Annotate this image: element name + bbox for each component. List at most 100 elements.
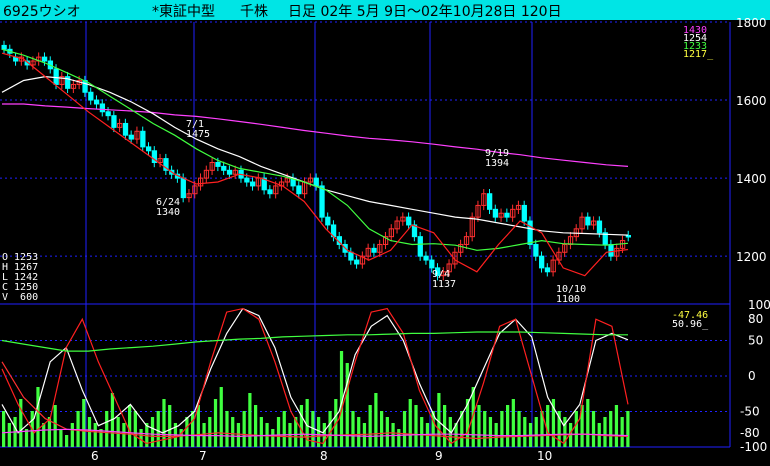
candle-down bbox=[221, 165, 227, 171]
candle-down bbox=[527, 220, 533, 245]
candle-down bbox=[596, 220, 603, 234]
candle-down bbox=[492, 208, 499, 218]
candle-down bbox=[244, 177, 250, 183]
candle-down bbox=[267, 189, 273, 195]
volume-bar bbox=[271, 429, 275, 447]
volume-bar bbox=[242, 411, 246, 447]
candle-down bbox=[250, 181, 256, 187]
x-tick-label: 8 bbox=[320, 449, 328, 463]
volume-bar bbox=[76, 411, 80, 447]
candle-down bbox=[585, 216, 591, 226]
candle-down bbox=[521, 204, 527, 222]
annotation-price: 1100 bbox=[556, 294, 580, 305]
volume-bar bbox=[620, 417, 624, 447]
candle-down bbox=[105, 111, 111, 117]
volume-bar bbox=[523, 417, 527, 447]
candle-down bbox=[41, 56, 48, 62]
volume-bar bbox=[128, 405, 132, 447]
volume-bar bbox=[586, 399, 590, 447]
candle-down bbox=[429, 259, 435, 269]
volume-bar bbox=[368, 405, 372, 447]
candle-down bbox=[325, 216, 331, 226]
x-tick-label: 7 bbox=[199, 449, 207, 463]
x-tick-label: 10 bbox=[537, 449, 552, 463]
volume-bar bbox=[231, 417, 235, 447]
volume-bar bbox=[219, 387, 223, 447]
candle-down bbox=[1, 44, 7, 50]
volume-bar bbox=[105, 411, 109, 447]
candle-down bbox=[348, 251, 354, 261]
candle-down bbox=[226, 169, 233, 175]
volume-bar bbox=[299, 405, 304, 447]
volume-bar bbox=[506, 405, 510, 447]
annotation-price: 1340 bbox=[156, 207, 180, 218]
volume-bar bbox=[282, 411, 286, 447]
volume-bar bbox=[614, 405, 619, 447]
chart-window: 6925ウシオ *東証中型 千株 日足 02年 5月 9日～02年10月28日 … bbox=[0, 0, 770, 466]
volume-bar bbox=[374, 393, 378, 447]
annotation-price: 1394 bbox=[485, 158, 509, 169]
volume-bar bbox=[276, 417, 281, 447]
volume-bar bbox=[36, 387, 40, 447]
y-tick-label: 1600 bbox=[736, 94, 767, 108]
candle-down bbox=[145, 146, 152, 152]
volume-bar bbox=[609, 411, 613, 447]
volume-bar bbox=[488, 417, 493, 447]
candle-down bbox=[93, 99, 100, 105]
volume-bar bbox=[208, 417, 212, 447]
volume-bar bbox=[357, 417, 361, 447]
volume-bar bbox=[546, 405, 550, 447]
candle-down bbox=[371, 247, 377, 253]
candle-down bbox=[122, 122, 129, 136]
candle-down bbox=[544, 267, 551, 273]
osc-legend-value: 50.96_ bbox=[672, 319, 709, 330]
volume-bar bbox=[397, 429, 401, 447]
candle-down bbox=[319, 185, 325, 218]
y-tick-label: 1800 bbox=[736, 16, 767, 30]
chart-canvas: 6 7 8 9 10 1800 1600 1400 1200 10080 50 0 -50 -80-100… bbox=[0, 16, 770, 463]
osc-tick-label: 0 bbox=[748, 369, 756, 383]
volume-bar bbox=[42, 423, 46, 447]
osc-tick-label: -100 bbox=[740, 440, 767, 454]
candle-down bbox=[406, 216, 412, 226]
candle-down bbox=[625, 234, 631, 238]
candle-down bbox=[533, 243, 539, 257]
volume-bar bbox=[626, 411, 630, 447]
volume-bar bbox=[574, 411, 578, 447]
candle-down bbox=[215, 162, 221, 167]
candle-down bbox=[140, 130, 146, 148]
osc-tick-label: 100 bbox=[748, 298, 770, 312]
y-tick-label: 1200 bbox=[736, 250, 767, 264]
volume-bar bbox=[362, 423, 367, 447]
volume-bar bbox=[402, 411, 407, 447]
candle-down bbox=[354, 259, 360, 265]
volume-bar bbox=[248, 393, 252, 447]
volume-bar bbox=[168, 405, 172, 447]
volume-bar bbox=[408, 399, 412, 447]
volume-bar bbox=[591, 411, 596, 447]
candle-down bbox=[417, 236, 423, 257]
candle-down bbox=[99, 103, 106, 113]
volume-bar bbox=[477, 405, 481, 447]
volume-bar bbox=[93, 423, 97, 447]
volume-bar bbox=[254, 405, 258, 447]
volume-bar bbox=[213, 399, 218, 447]
volume-bar bbox=[191, 411, 195, 447]
candle-down bbox=[487, 193, 493, 210]
volume-bar bbox=[225, 411, 229, 447]
volume-bar bbox=[65, 435, 69, 447]
volume-bar bbox=[7, 423, 11, 447]
annotation-price: 1137 bbox=[432, 279, 456, 290]
candle-down bbox=[539, 255, 545, 269]
x-tick-label: 9 bbox=[435, 449, 443, 463]
candle-down bbox=[296, 185, 302, 195]
annotation-price: 1475 bbox=[186, 129, 210, 140]
ma-legend-value: 1217_ bbox=[683, 49, 714, 60]
osc-tick-label: -80 bbox=[740, 426, 760, 440]
osc-tick-label: -50 bbox=[740, 405, 760, 419]
candle-down bbox=[180, 177, 186, 199]
volume-bar bbox=[500, 411, 504, 447]
volume-bar bbox=[133, 411, 137, 447]
osc-tick-label: 50 bbox=[748, 334, 763, 348]
volume-bar bbox=[351, 411, 355, 447]
